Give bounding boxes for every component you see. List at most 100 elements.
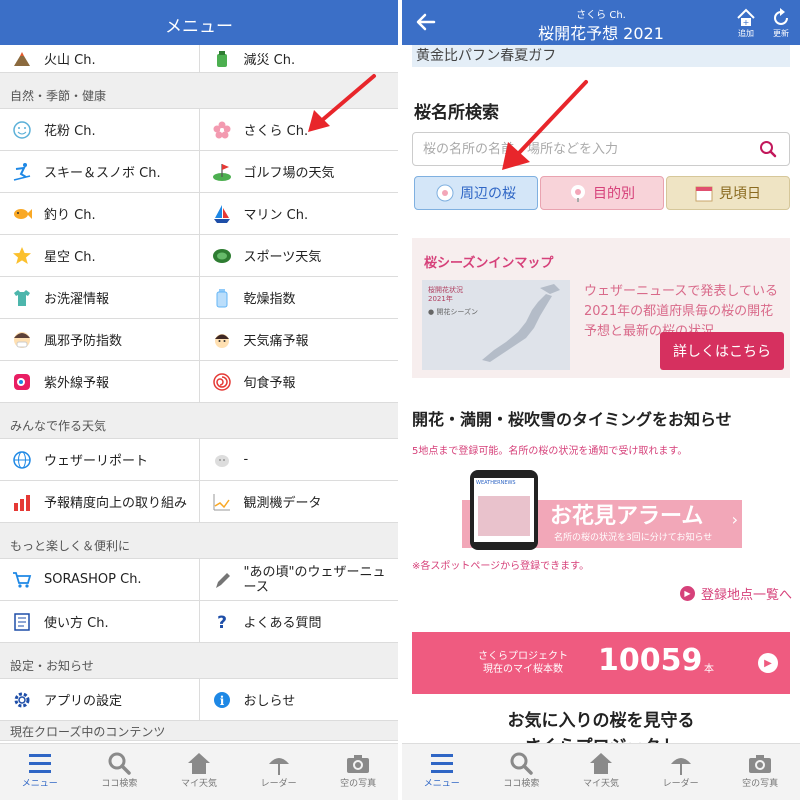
filter-date-button[interactable]: 見頃日 [666,176,790,210]
tab-label: レーダー [260,779,297,789]
menu-item[interactable]: 旬食予報 [198,361,399,402]
tab-home[interactable]: マイ天気 [561,744,641,800]
menu-item[interactable]: SORASHOP Ch. [0,559,199,600]
alarm-section-title: 開花・満開・桜吹雪のタイミングをお知らせ [412,410,732,429]
alarm-note-2: ※各スポットページから登録できます。 [412,561,590,572]
menu-item-volcano[interactable]: 火山 Ch. [0,45,199,72]
menu-item-label: スキー＆スノボ Ch. [44,166,161,181]
search-icon [507,750,535,776]
globe-icon [12,450,32,470]
season-map-title: 桜シーズンインマップ [424,256,554,271]
star-icon [12,246,32,266]
registered-spots-label: 登録地点一覧へ [700,588,792,603]
menu-item-label: よくある質問 [243,616,322,631]
tab-label: 空の写真 [742,779,779,789]
tab-label: マイ天気 [180,779,217,789]
menu-item[interactable]: 風邪予防指数 [0,319,199,360]
menu-item[interactable]: お洗濯情報 [0,277,199,318]
menu-item[interactable]: スポーツ天気 [198,235,399,276]
hanami-alarm-banner[interactable]: WEATHERNEWS お花見アラーム 名所の桜の状況を3回に分けてお知らせ › [462,470,742,550]
sakura-search-input[interactable] [413,133,743,165]
tab-camera[interactable]: 空の写真 [318,744,398,800]
refresh-icon [774,8,788,25]
home-icon [185,750,213,776]
filter-label: 周辺の桜 [460,186,516,202]
menu-row: アプリの設定 i おしらせ [0,679,398,721]
menu-item-label: ゴルフ場の天気 [243,166,335,181]
pen-icon [212,570,232,590]
menu-item-label: - [243,452,249,467]
sailboat-icon [212,204,232,224]
project-label: さくらプロジェクト 現在のマイ桜本数 [478,650,568,676]
menu-item-label: 減災 Ch. [243,53,296,68]
menu-item[interactable]: さくら Ch. [198,109,399,150]
menu-item-label: 天気痛予報 [243,334,309,349]
sakura-project-banner[interactable]: さくらプロジェクト 現在のマイ桜本数 10059 本 ▶ [412,632,790,694]
radar-icon [667,750,695,776]
menu-item[interactable]: i おしらせ [198,679,399,720]
menu-item[interactable]: ? よくある質問 [198,601,399,642]
menu-item[interactable]: 予報精度向上の取り組み [0,481,199,522]
project-label-line2: 現在のマイ桜本数 [483,664,563,675]
menu-item-label: SORASHOP Ch. [44,572,142,587]
menu-item[interactable]: 紫外線予報 [0,361,199,402]
bottle-icon [212,288,232,308]
menu-item[interactable]: スキー＆スノボ Ch. [0,151,199,192]
bottom-tab-bar: メニュー ココ検索 マイ天気 レーダー 空の写真 [0,743,398,800]
menu-item-label: 紫外線予報 [44,376,110,391]
count-unit: 本 [704,664,714,675]
menu-item[interactable]: 観測機データ [198,481,399,522]
add-button[interactable]: + 追加 [736,8,756,39]
menu-item-label: 乾燥指数 [243,292,296,307]
menu-item-label: 釣り Ch. [44,208,96,223]
tab-label: レーダー [662,779,699,789]
menu-item[interactable]: 釣り Ch. [0,193,199,234]
menu-item[interactable]: 天気痛予報 [198,319,399,360]
details-button[interactable]: 詳しくはこちら [660,332,784,370]
filter-purpose-button[interactable]: 目的別 [540,176,664,210]
menu-item[interactable]: 星空 Ch. [0,235,199,276]
tab-menu[interactable]: メニュー [402,744,482,800]
menu-item-label: 使い方 Ch. [44,616,109,631]
menu-item[interactable]: マリン Ch. [198,193,399,234]
filter-nearby-button[interactable]: 周辺の桜 [414,176,538,210]
tab-radar[interactable]: レーダー [641,744,721,800]
bar-chart-icon [12,492,32,512]
refresh-button[interactable]: 更新 [772,8,790,39]
menu-item[interactable]: 乾燥指数 [198,277,399,318]
menu-item[interactable]: 使い方 Ch. [0,601,199,642]
alarm-note: 5地点まで登録可能。名所の桜の状況を通知で受け取れます。 [412,446,688,457]
alarm-banner-title: お花見アラーム [550,504,704,529]
tab-camera[interactable]: 空の写真 [720,744,800,800]
tab-search[interactable]: ココ検索 [482,744,562,800]
section-header: 現在クローズ中のコンテンツ [0,721,398,741]
tab-radar[interactable]: レーダー [239,744,319,800]
menu-item[interactable]: ゴルフ場の天気 [198,151,399,192]
calendar-icon [695,184,713,202]
menu-item-disaster[interactable]: 減災 Ch. [198,45,399,72]
tab-menu[interactable]: メニュー [0,744,80,800]
gear-icon [12,690,32,710]
top-banner-strip[interactable]: 黄金比パフン春夏ガフ [412,45,790,67]
search-icon[interactable] [759,140,777,162]
svg-text:+: + [743,18,750,27]
add-label: 追加 [738,29,754,38]
filter-label: 見頃日 [719,186,761,202]
section-header: もっと楽しく＆便利に [0,523,398,559]
sakura-screen: さくら Ch. 桜開花予想 2021 + 追加 更新 黄金比パフン春夏ガフ 桜名… [402,0,800,800]
menu-item[interactable]: "あの頃"のウェザーニュース [198,559,399,600]
menu-item[interactable]: - [198,439,399,480]
tab-home[interactable]: マイ天気 [159,744,239,800]
tab-search[interactable]: ココ検索 [80,744,160,800]
search-section-title: 桜名所検索 [414,103,499,123]
camera-icon [746,750,774,776]
menu-item-label: 花粉 Ch. [44,124,96,139]
season-map-card[interactable]: 桜シーズンインマップ 桜開花状況 2021年 ● 開花シーズン ウェザーニュース… [412,238,790,378]
golf-icon [212,162,232,182]
menu-row: 火山 Ch. 減災 Ch. [0,45,398,73]
menu-item[interactable]: アプリの設定 [0,679,199,720]
registered-spots-link[interactable]: ▶ 登録地点一覧へ [679,584,792,603]
menu-item[interactable]: ウェザーリポート [0,439,199,480]
svg-text:?: ? [217,613,227,632]
menu-item[interactable]: 花粉 Ch. [0,109,199,150]
